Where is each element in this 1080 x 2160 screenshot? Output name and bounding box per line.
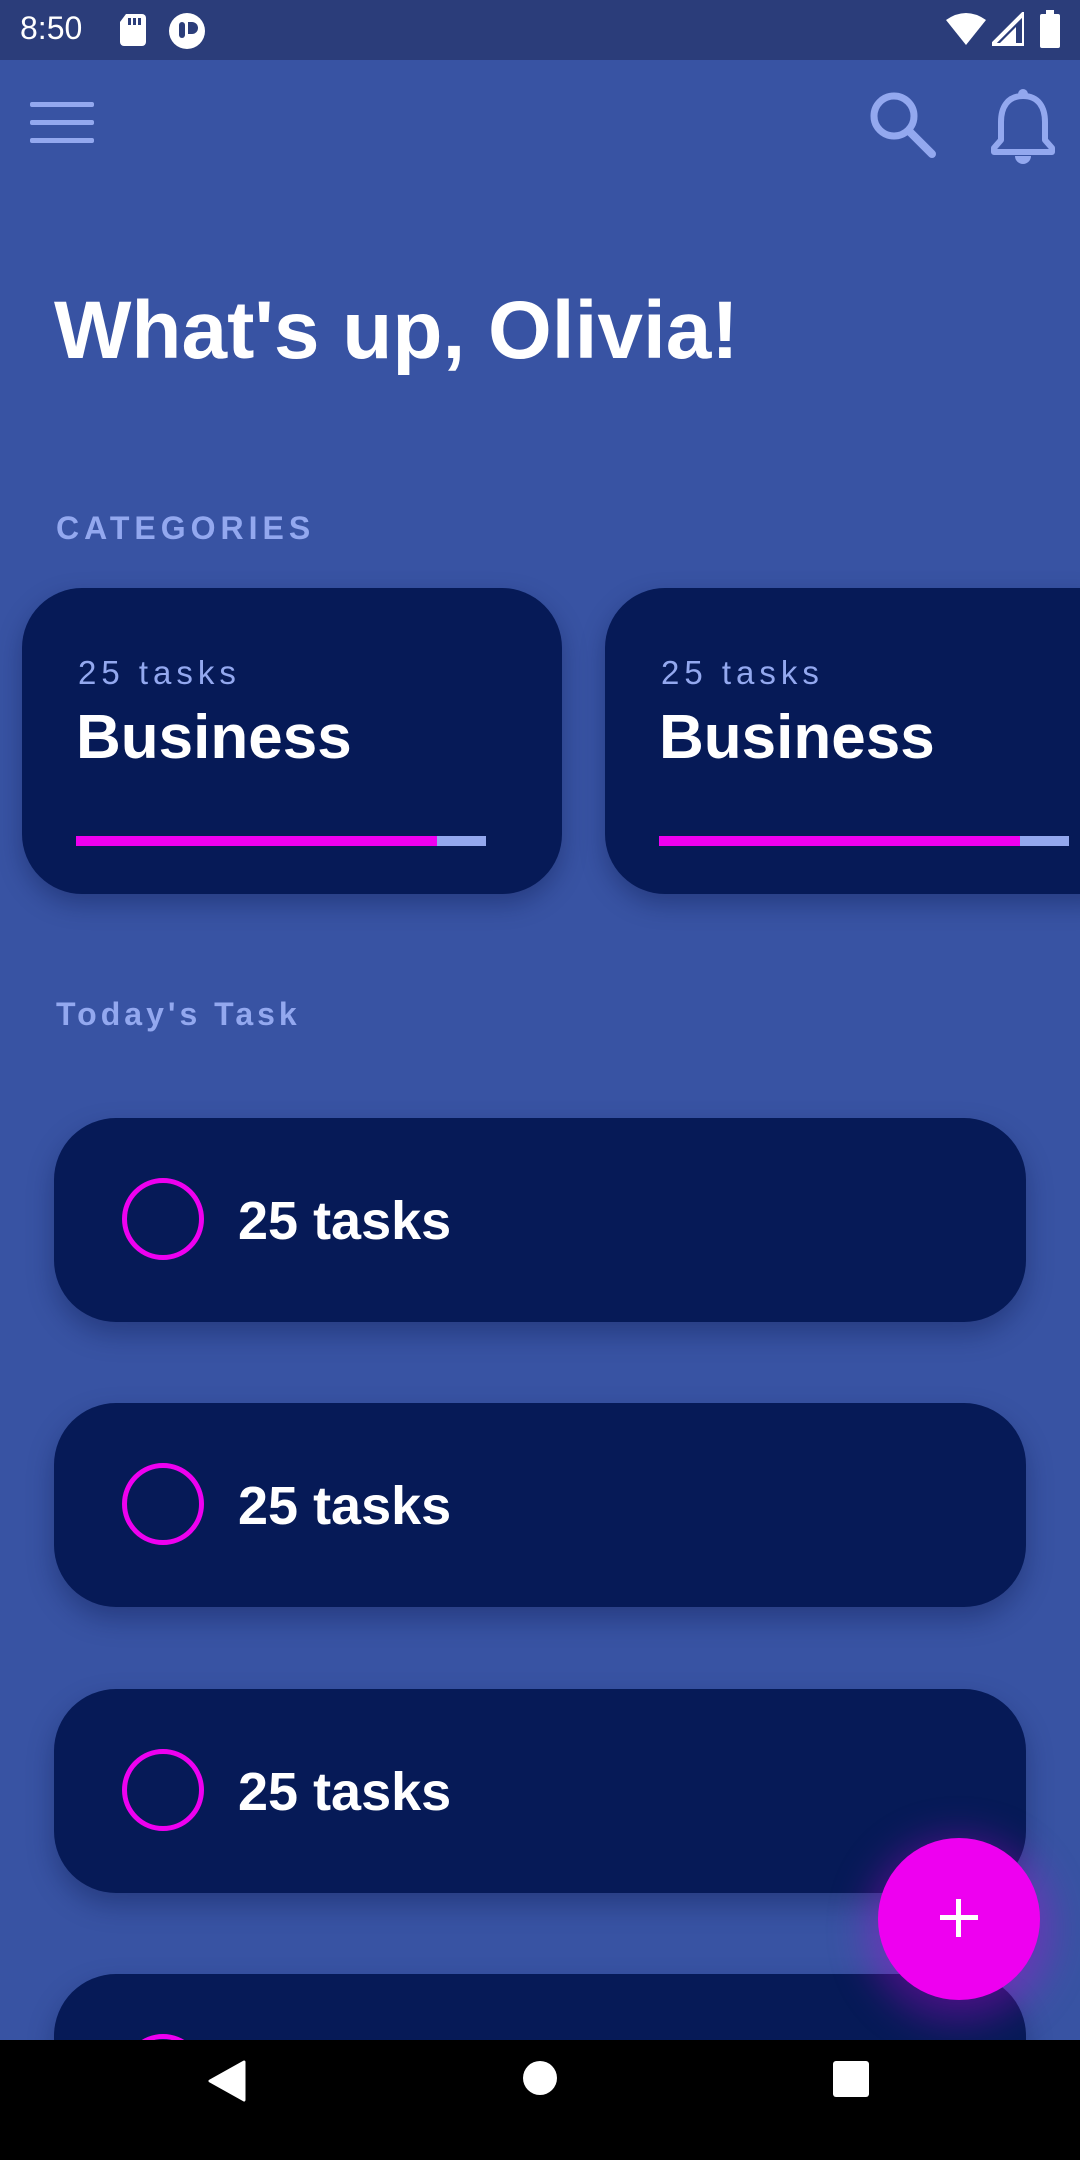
task-checkbox[interactable] (122, 1749, 204, 1831)
task-label: 25 tasks (238, 1191, 452, 1251)
task-row[interactable]: 25 tasks (54, 1689, 1026, 1893)
recents-icon[interactable] (832, 2060, 870, 2098)
category-progress-bar (76, 836, 486, 846)
greeting-title: What's up, Olivia! (54, 285, 739, 376)
task-row[interactable]: 25 tasks (54, 1118, 1026, 1322)
plus-icon (940, 1899, 978, 1937)
home-icon[interactable] (522, 2060, 558, 2096)
status-bar: 8:50 (0, 0, 1080, 60)
category-task-count: 25 tasks (661, 654, 824, 691)
back-icon[interactable] (206, 2060, 246, 2102)
screen: 8:50 What's up, Olivia! CATEGORIES 25 ta… (0, 0, 1080, 2160)
category-task-count: 25 tasks (78, 654, 241, 691)
status-time: 8:50 (20, 10, 83, 46)
categories-heading: CATEGORIES (56, 510, 316, 546)
category-card[interactable]: 25 tasks Business (605, 588, 1080, 894)
task-checkbox[interactable] (122, 1178, 204, 1260)
task-checkbox[interactable] (122, 1463, 204, 1545)
search-icon[interactable] (866, 88, 938, 160)
category-name: Business (76, 703, 352, 772)
todays-task-heading: Today's Task (56, 996, 301, 1032)
category-progress-fill (76, 836, 437, 846)
task-label: 25 tasks (238, 1762, 452, 1822)
bell-icon[interactable] (990, 86, 1056, 166)
battery-icon (1040, 10, 1060, 48)
sd-card-icon (120, 14, 146, 46)
navigation-bar (0, 2040, 1080, 2160)
add-task-button[interactable] (878, 1838, 1040, 2000)
category-card[interactable]: 25 tasks Business (22, 588, 562, 894)
task-label: 25 tasks (238, 1476, 452, 1536)
category-progress-bar (659, 836, 1069, 846)
task-row[interactable]: 25 tasks (54, 1403, 1026, 1607)
wifi-icon (946, 13, 986, 45)
category-name: Business (659, 703, 935, 772)
menu-icon[interactable] (28, 98, 98, 148)
signal-icon (992, 12, 1024, 46)
category-progress-fill (659, 836, 1020, 846)
app-notification-icon (169, 13, 205, 49)
